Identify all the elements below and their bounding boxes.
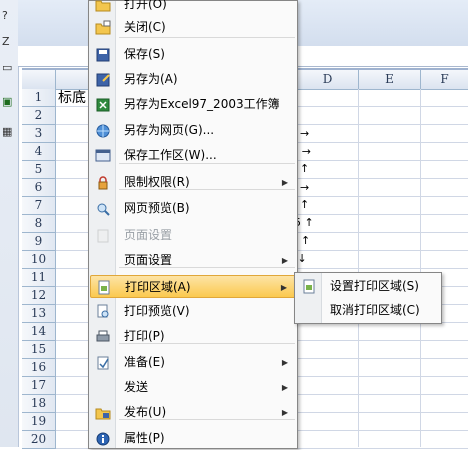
menu-item-label: 打印区域(A): [125, 280, 191, 294]
printer-icon: [96, 330, 110, 342]
submenu-arrow-icon: ▶: [281, 408, 288, 417]
select-all-corner[interactable]: [22, 70, 56, 90]
permission-icon: [98, 176, 108, 190]
sheet-icon[interactable]: ▣: [2, 96, 14, 108]
submenu-arrow-icon: ▶: [281, 383, 288, 392]
menu-item-label: 发布(U): [124, 405, 167, 419]
column-header-e[interactable]: E: [359, 70, 421, 90]
menu-item-3[interactable]: 保存(S): [90, 43, 296, 66]
left-toolbar: ? Z ▭ ▣ ▦: [0, 0, 19, 447]
menu-item-label: 页面设置: [124, 253, 173, 267]
menu-item-13[interactable]: 打印预览(V): [90, 300, 296, 323]
menu-item-label: 准备(E): [124, 355, 165, 369]
menu-item-label: 发送: [124, 380, 149, 394]
table-icon[interactable]: ▦: [2, 126, 14, 138]
menu-item-label: 关闭(C): [124, 20, 166, 34]
row-header-10[interactable]: 10: [22, 251, 56, 269]
set-print-area-icon: [303, 279, 315, 294]
row-header-9[interactable]: 9: [22, 233, 56, 251]
menu-item-6[interactable]: 另存为网页(G)...: [90, 119, 296, 142]
cell-a1[interactable]: 标底: [58, 90, 86, 107]
submenu-arrow-icon: ▶: [281, 256, 288, 265]
row-header-1[interactable]: 1: [22, 89, 56, 107]
prepare-icon: [97, 356, 109, 370]
menu-item-9[interactable]: 网页预览(B): [90, 197, 296, 220]
print-preview-icon: [97, 304, 109, 318]
row-header-5[interactable]: 5: [22, 161, 56, 179]
menu-item-8[interactable]: 限制权限(R) ▶: [90, 171, 296, 194]
submenu-item-label: 设置打印区域(S): [330, 279, 419, 293]
menu-item-label: 另存为网页(G)...: [124, 123, 215, 137]
row-header-7[interactable]: 7: [22, 197, 56, 215]
menu-item-2[interactable]: 关闭(C): [90, 16, 296, 39]
print-area-submenu: 设置打印区域(S) 取消打印区域(C): [294, 272, 442, 324]
submenu-arrow-icon: ▶: [281, 358, 288, 367]
column-header-d[interactable]: D: [297, 70, 359, 90]
row-header-3[interactable]: 3: [22, 125, 56, 143]
workspace-icon: [95, 149, 111, 162]
menu-item-label: 打印(P): [124, 329, 165, 343]
row-header-4[interactable]: 4: [22, 143, 56, 161]
print-area-icon: [98, 280, 110, 295]
row-header-14[interactable]: 14: [22, 323, 56, 341]
menu-item-label: 限制权限(R): [124, 175, 190, 189]
menu-item-15[interactable]: 准备(E) ▶: [90, 351, 296, 374]
menu-item-16[interactable]: 发送 ▶: [90, 376, 296, 399]
menu-item-label: 另存为Excel97_2003工作簿: [124, 97, 280, 111]
menu-item-12[interactable]: 打印区域(A) ▶: [90, 275, 296, 298]
close-folder-icon: [95, 20, 111, 35]
row-header-2[interactable]: 2: [22, 107, 56, 125]
web-preview-icon: [97, 203, 110, 216]
row-header-13[interactable]: 13: [22, 305, 56, 323]
row-header-8[interactable]: 8: [22, 215, 56, 233]
row-header-20[interactable]: 20: [22, 431, 56, 449]
sort-icon[interactable]: Z: [2, 36, 14, 48]
excel-workbook-icon: [96, 98, 110, 112]
menu-item-11[interactable]: 页面设置 ▶: [90, 249, 296, 272]
save-disk-icon: [96, 48, 110, 62]
submenu-item-label: 取消打印区域(C): [330, 303, 420, 317]
menu-item-label: 页面设置: [124, 228, 173, 242]
web-page-icon: [96, 124, 110, 138]
menu-item-label: 打开(O): [124, 0, 167, 11]
row-header-17[interactable]: 17: [22, 377, 56, 395]
menu-item-7[interactable]: 保存工作区(W)...: [90, 144, 296, 167]
menu-item-label: 另存为(A): [124, 72, 178, 86]
submenu-arrow-icon: ▶: [280, 283, 287, 292]
row-header-15[interactable]: 15: [22, 341, 56, 359]
menu-item-4[interactable]: 另存为(A): [90, 68, 296, 91]
row-header-18[interactable]: 18: [22, 395, 56, 413]
page-setup-icon: [97, 229, 109, 243]
menu-item-17[interactable]: 发布(U) ▶: [90, 401, 296, 424]
menu-item-5[interactable]: 另存为Excel97_2003工作簿: [90, 93, 296, 116]
row-header-11[interactable]: 11: [22, 269, 56, 287]
menu-item-label: 打印预览(V): [124, 304, 190, 318]
toggle-icon[interactable]: ▭: [2, 62, 14, 74]
save-as-icon: [96, 73, 110, 87]
column-header-f[interactable]: F: [421, 70, 468, 90]
row-header-6[interactable]: 6: [22, 179, 56, 197]
menu-item-14[interactable]: 打印(P): [90, 325, 296, 348]
open-folder-icon: [95, 0, 111, 12]
set-print-area-item[interactable]: 设置打印区域(S): [296, 275, 440, 298]
properties-icon: [96, 432, 110, 446]
office-file-menu: 打开(O) 关闭(C) 保存(S) 另存为(A) 另存为Excel97_2003工作簿另…: [88, 0, 298, 449]
menu-item-1[interactable]: 打开(O): [90, 0, 296, 16]
help-icon[interactable]: ?: [2, 10, 14, 22]
clear-print-area-item[interactable]: 取消打印区域(C): [296, 299, 440, 322]
publish-icon: [95, 408, 111, 420]
menu-item-label: 保存工作区(W)...: [124, 148, 217, 162]
menu-item-10: 页面设置: [90, 224, 296, 247]
row-header-16[interactable]: 16: [22, 359, 56, 377]
row-header-19[interactable]: 19: [22, 413, 56, 431]
submenu-arrow-icon: ▶: [281, 178, 288, 187]
row-header-12[interactable]: 12: [22, 287, 56, 305]
menu-item-label: 网页预览(B): [124, 201, 190, 215]
menu-item-label: 保存(S): [124, 47, 165, 61]
